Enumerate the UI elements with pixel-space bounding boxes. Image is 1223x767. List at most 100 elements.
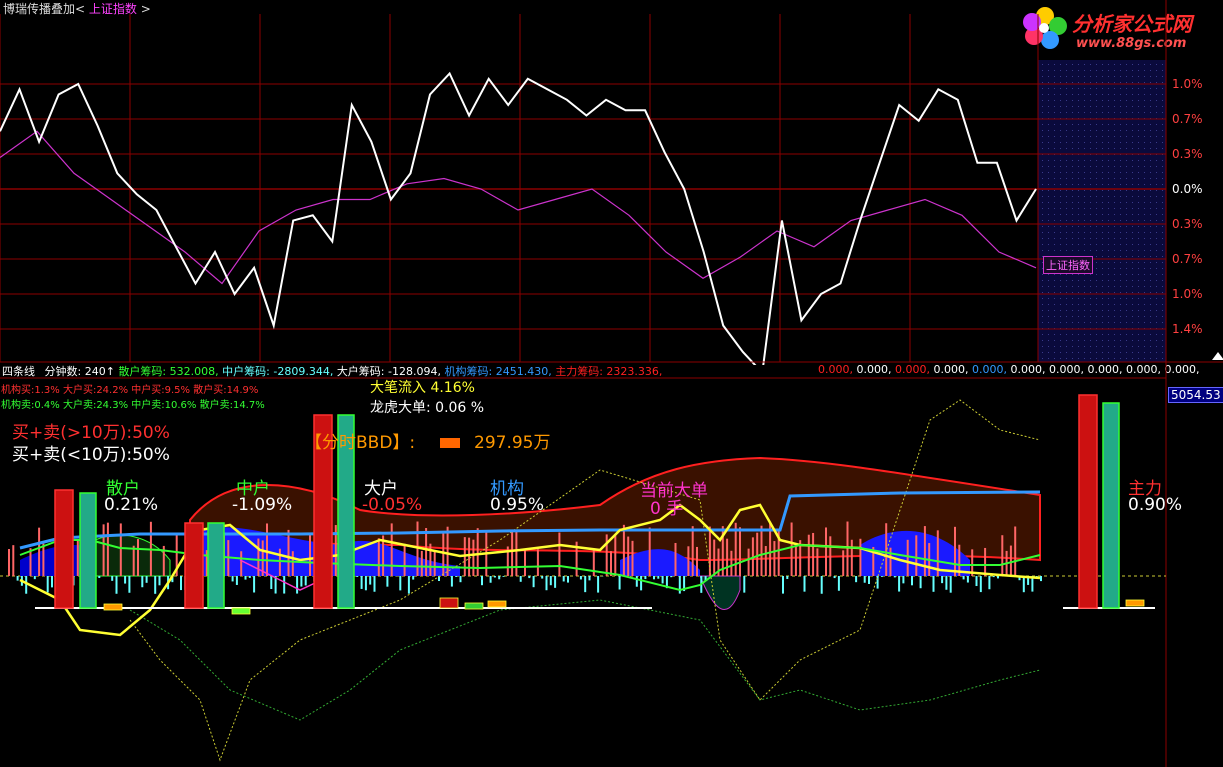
- histogram-bar: [524, 548, 526, 576]
- histogram-bar: [730, 550, 733, 576]
- histogram-bar: [386, 576, 389, 587]
- histogram-bar: [137, 539, 139, 576]
- histogram-bar: [46, 576, 49, 593]
- histogram-bar: [536, 549, 539, 576]
- histogram-bar: [455, 576, 458, 577]
- histogram-bar: [377, 538, 380, 576]
- histogram-bar: [493, 576, 496, 578]
- histogram-bar: [915, 535, 918, 576]
- marker-box: [103, 603, 123, 611]
- histogram-bar: [919, 576, 922, 589]
- price-tag: 5054.53: [1168, 387, 1223, 403]
- histogram-bar: [567, 576, 569, 583]
- big-bar: [1102, 402, 1120, 609]
- histogram-bar: [975, 576, 978, 587]
- histogram-bar: [846, 521, 849, 576]
- current-big-order-value: 0 手: [650, 499, 684, 519]
- histogram-bar: [756, 532, 759, 576]
- histogram-bar: [369, 576, 372, 585]
- histogram-bar: [287, 529, 290, 576]
- histogram-bar: [837, 576, 840, 591]
- histogram-bar: [102, 524, 105, 576]
- histogram-bar: [898, 576, 901, 592]
- histogram-bar: [773, 541, 776, 576]
- histogram-bar: [390, 523, 393, 576]
- histogram-bar: [855, 576, 858, 583]
- zhuli-pct: 0.90%: [1128, 495, 1183, 515]
- histogram-bar: [309, 535, 311, 576]
- histogram-bar: [412, 576, 415, 580]
- sanhu-pct: 0.21%: [104, 495, 159, 515]
- histogram-bar: [33, 576, 36, 580]
- dahu-pct: -0.05%: [362, 495, 423, 515]
- histogram-bar: [12, 545, 15, 576]
- histogram-bar: [605, 534, 608, 576]
- histogram-bar: [304, 576, 307, 586]
- indicator-marks: [0, 394, 1166, 762]
- histogram-bar: [244, 576, 247, 580]
- histogram-bar: [1022, 576, 1025, 593]
- histogram-bar: [876, 576, 879, 589]
- histogram-bar: [51, 576, 53, 588]
- histogram-bar: [743, 576, 746, 593]
- histogram-bar: [653, 576, 655, 580]
- histogram-bar: [691, 526, 694, 576]
- histogram-bar: [687, 546, 690, 576]
- big-bar: [207, 522, 225, 609]
- histogram-bar: [541, 576, 544, 579]
- histogram-bar: [283, 576, 286, 594]
- histogram-bar: [597, 576, 600, 593]
- big-order-inflow: 大笔流入 4.16%: [370, 380, 475, 396]
- histogram-bar: [278, 548, 281, 576]
- histogram-bar: [76, 539, 79, 576]
- big-bar: [184, 522, 204, 609]
- histogram-bar: [786, 576, 789, 580]
- histogram-bar: [794, 545, 797, 576]
- histogram-bar: [614, 535, 617, 576]
- histogram-bar: [674, 542, 677, 576]
- histogram-bar: [807, 534, 810, 576]
- dragon-tiger: 龙虎大单: 0.06 %: [370, 400, 485, 416]
- histogram-bar: [859, 538, 862, 576]
- buy-sell-small: 买+卖(<10万):50%: [12, 445, 170, 465]
- histogram-bar: [618, 576, 621, 590]
- histogram-bar: [511, 530, 514, 576]
- bbd-value: 297.95万: [474, 433, 551, 453]
- histogram-bar: [979, 576, 982, 593]
- histogram-bar: [696, 546, 698, 576]
- histogram-bar: [863, 576, 866, 583]
- histogram-bar: [984, 547, 987, 576]
- histogram-bar: [812, 532, 815, 576]
- histogram-bar: [932, 576, 935, 592]
- histogram-bar: [115, 576, 118, 594]
- histogram-bar: [893, 576, 896, 578]
- histogram-bar: [1001, 535, 1004, 576]
- histogram-bar: [992, 576, 995, 578]
- histogram-bar: [8, 549, 10, 576]
- histogram-bar: [829, 536, 832, 576]
- histogram-bar: [472, 539, 475, 576]
- histogram-bar: [141, 576, 144, 588]
- histogram-bar: [373, 576, 376, 592]
- big-bar: [79, 492, 97, 609]
- histogram-bar: [296, 576, 299, 594]
- histogram-bar: [997, 576, 999, 579]
- histogram-bar: [739, 527, 741, 576]
- marker-box: [1125, 599, 1145, 607]
- histogram-bar: [446, 526, 449, 576]
- histogram-bar: [816, 548, 819, 576]
- histogram-bar: [880, 576, 883, 577]
- marker-box: [231, 607, 251, 615]
- bbd-bar-icon: [440, 438, 460, 448]
- histogram-bar: [38, 527, 41, 576]
- histogram-bar: [631, 540, 634, 576]
- histogram-bar: [240, 551, 243, 576]
- histogram-bar: [498, 576, 501, 580]
- histogram-bar: [266, 523, 268, 576]
- histogram-bar: [588, 576, 591, 581]
- histogram-bar: [502, 576, 505, 577]
- scroll-up-icon[interactable]: [1212, 352, 1223, 360]
- histogram-bar: [657, 576, 660, 579]
- histogram-bar: [833, 576, 836, 579]
- histogram-bar: [726, 538, 729, 576]
